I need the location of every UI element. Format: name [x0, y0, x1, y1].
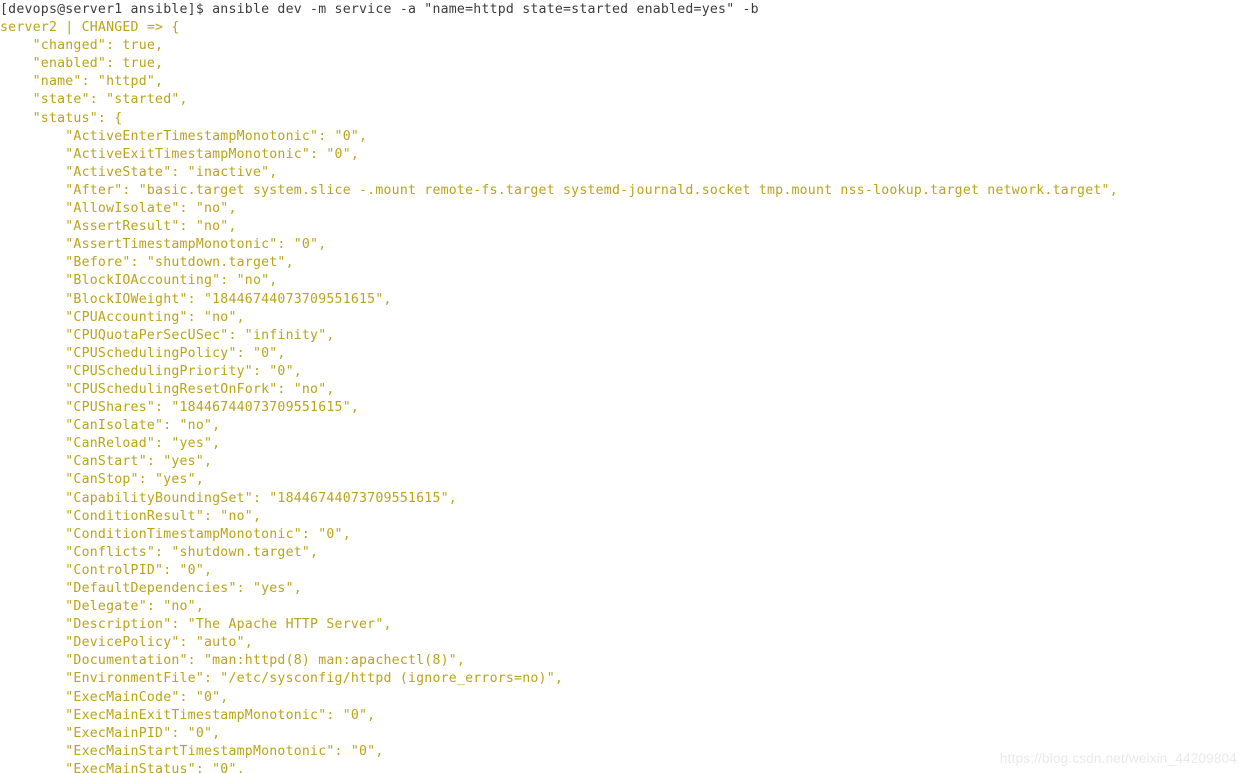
- output-line: "AssertResult": "no",: [0, 219, 237, 235]
- output-line: "ExecMainCode": "0",: [0, 689, 229, 705]
- output-line: "Before": "shutdown.target",: [0, 255, 294, 271]
- output-line: "CPUShares": "18446744073709551615",: [0, 400, 360, 416]
- output-line: "Description": "The Apache HTTP Server",: [0, 617, 392, 633]
- output-line: "DefaultDependencies": "yes",: [0, 581, 302, 596]
- output-line: "BlockIOAccounting": "no",: [0, 273, 278, 289]
- result-header-line: server2 | CHANGED => {: [0, 20, 180, 36]
- output-line: "changed": true,: [0, 38, 164, 54]
- command-prompt-line[interactable]: [devops@server1 ansible]$ ansible dev -m…: [0, 1, 1253, 19]
- output-line: "enabled": true,: [0, 56, 164, 72]
- output-line: "CPUAccounting": "no",: [0, 309, 245, 325]
- output-line: "ExecMainExitTimestampMonotonic": "0",: [0, 707, 376, 723]
- output-line: "CanStop": "yes",: [0, 472, 204, 488]
- output-line: "DevicePolicy": "auto",: [0, 635, 253, 651]
- output-line: "CapabilityBoundingSet": "18446744073709…: [0, 490, 457, 506]
- watermark-text: https://blog.csdn.net/weixin_44209804: [999, 751, 1237, 766]
- output-line: "name": "httpd",: [0, 74, 164, 90]
- terminal-window[interactable]: [devops@server1 ansible]$ ansible dev -m…: [0, 0, 1253, 773]
- output-line: "CPUQuotaPerSecUSec": "infinity",: [0, 327, 335, 343]
- output-line: "BlockIOWeight": "18446744073709551615",: [0, 291, 392, 307]
- output-line: "ExecMainPID": "0",: [0, 725, 221, 741]
- output-line: "ActiveExitTimestampMonotonic": "0",: [0, 146, 360, 162]
- output-line: "CPUSchedulingPriority": "0",: [0, 363, 302, 379]
- output-line: "Conflicts": "shutdown.target",: [0, 544, 319, 560]
- output-line: "ActiveState": "inactive",: [0, 164, 278, 180]
- output-line: "AllowIsolate": "no",: [0, 201, 237, 217]
- output-line: "CPUSchedulingPolicy": "0",: [0, 345, 286, 361]
- output-line: "ConditionTimestampMonotonic": "0",: [0, 526, 351, 542]
- terminal-output-area[interactable]: [devops@server1 ansible]$ ansible dev -m…: [0, 1, 1253, 773]
- output-line: "CPUSchedulingResetOnFork": "no",: [0, 381, 335, 397]
- output-line: "ConditionResult": "no",: [0, 508, 262, 524]
- output-line: "CanIsolate": "no",: [0, 418, 221, 434]
- ansible-output-block: server2 | CHANGED => { "changed": true, …: [0, 19, 1253, 773]
- output-line: "status": {: [0, 110, 123, 126]
- output-line: "EnvironmentFile": "/etc/sysconfig/httpd…: [0, 671, 564, 687]
- output-line: "Delegate": "no",: [0, 599, 204, 615]
- output-line: "CanReload": "yes",: [0, 436, 221, 452]
- output-line: "ControlPID": "0",: [0, 562, 213, 578]
- output-line: "After": "basic.target system.slice -.mo…: [0, 182, 1118, 198]
- output-line: "state": "started",: [0, 92, 188, 108]
- output-line: "Documentation": "man:httpd(8) man:apach…: [0, 653, 466, 669]
- output-line: "ActiveEnterTimestampMonotonic": "0",: [0, 128, 368, 144]
- output-line: "AssertTimestampMonotonic": "0",: [0, 237, 327, 253]
- output-line: "CanStart": "yes",: [0, 454, 213, 470]
